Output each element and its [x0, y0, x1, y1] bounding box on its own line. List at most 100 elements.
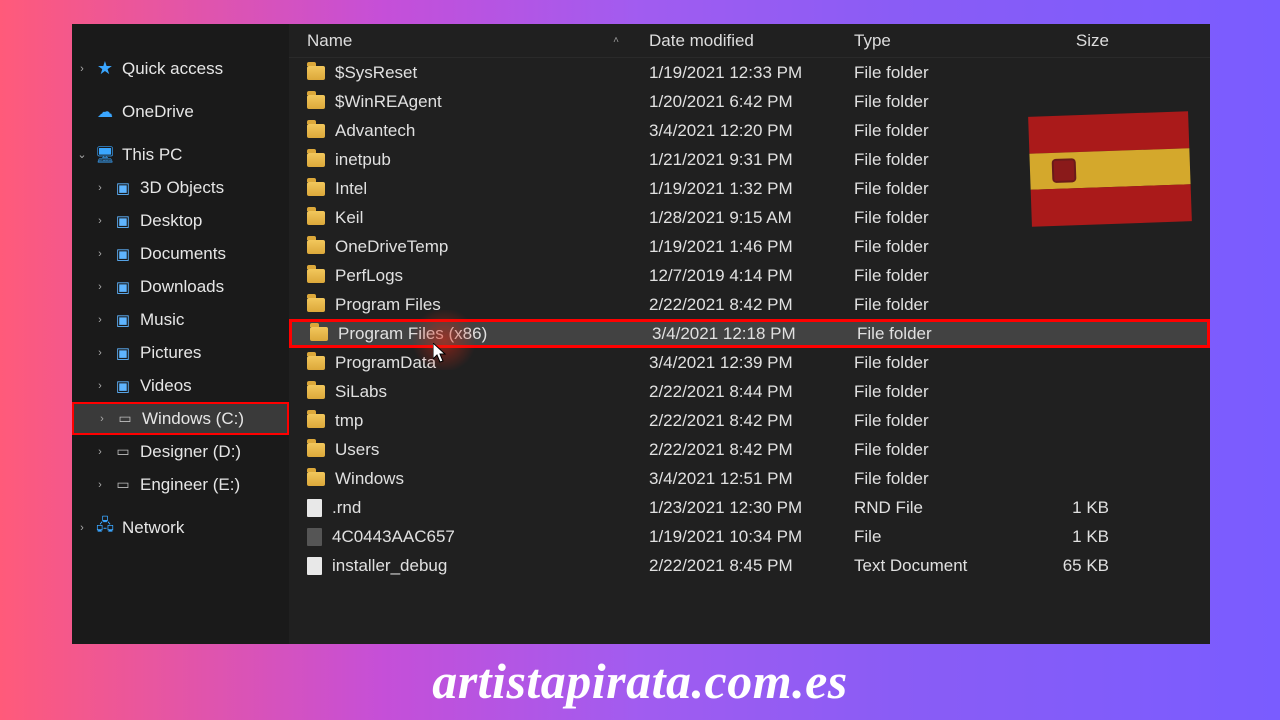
folder-icon: ▣	[112, 276, 134, 298]
folder-icon: ▣	[112, 210, 134, 232]
chevron-right-icon: ›	[76, 63, 88, 75]
sidebar-item-folder[interactable]: ›▣Music	[72, 303, 289, 336]
sidebar-label: Designer (D:)	[140, 442, 289, 462]
sidebar-item-drive[interactable]: ›▭Engineer (E:)	[72, 468, 289, 501]
folder-icon	[307, 443, 325, 457]
nav-sidebar: › ★ Quick access ☁ OneDrive ⌄ 🖥 This PC …	[72, 24, 289, 644]
file-date: 2/22/2021 8:42 PM	[649, 295, 854, 315]
sidebar-item-this-pc[interactable]: ⌄ 🖥 This PC	[72, 138, 289, 171]
file-explorer-window: › ★ Quick access ☁ OneDrive ⌄ 🖥 This PC …	[72, 24, 1210, 644]
sidebar-item-folder[interactable]: ›▣Desktop	[72, 204, 289, 237]
folder-icon: ▣	[112, 375, 134, 397]
sidebar-item-onedrive[interactable]: ☁ OneDrive	[72, 95, 289, 128]
folder-row[interactable]: Windows 3/4/2021 12:51 PM File folder	[289, 464, 1210, 493]
drive-icon: ▭	[114, 408, 136, 430]
folder-icon	[307, 356, 325, 370]
file-type: File folder	[854, 411, 1019, 431]
sidebar-label: Music	[140, 310, 289, 330]
sidebar-item-folder[interactable]: ›▣Videos	[72, 369, 289, 402]
file-date: 3/4/2021 12:39 PM	[649, 353, 854, 373]
file-type: File folder	[854, 179, 1019, 199]
file-name: 4C0443AAC657	[332, 527, 455, 547]
file-row[interactable]: 4C0443AAC657 1/19/2021 10:34 PM File 1 K…	[289, 522, 1210, 551]
folder-row[interactable]: $WinREAgent 1/20/2021 6:42 PM File folde…	[289, 87, 1210, 116]
column-label: Type	[854, 31, 891, 50]
sidebar-label: Downloads	[140, 277, 289, 297]
network-icon: 🖧	[94, 517, 116, 539]
file-date: 3/4/2021 12:18 PM	[652, 324, 857, 344]
file-date: 1/23/2021 12:30 PM	[649, 498, 854, 518]
file-icon	[307, 528, 322, 546]
file-type: File folder	[854, 208, 1019, 228]
folder-row[interactable]: tmp 2/22/2021 8:42 PM File folder	[289, 406, 1210, 435]
folder-row[interactable]: OneDriveTemp 1/19/2021 1:46 PM File fold…	[289, 232, 1210, 261]
folder-row[interactable]: Users 2/22/2021 8:42 PM File folder	[289, 435, 1210, 464]
sidebar-item-network[interactable]: › 🖧 Network	[72, 511, 289, 544]
star-icon: ★	[94, 58, 116, 80]
folder-icon	[307, 269, 325, 283]
file-name: Advantech	[335, 121, 415, 141]
file-type: Text Document	[854, 556, 1019, 576]
file-name: inetpub	[335, 150, 391, 170]
column-label: Name	[307, 31, 352, 51]
folder-icon	[310, 327, 328, 341]
file-name: Windows	[335, 469, 404, 489]
file-row[interactable]: .rnd 1/23/2021 12:30 PM RND File 1 KB	[289, 493, 1210, 522]
sidebar-label: Network	[122, 518, 289, 538]
sidebar-item-folder[interactable]: ›▣Downloads	[72, 270, 289, 303]
column-header-size[interactable]: Size	[1019, 31, 1129, 51]
folder-icon	[307, 240, 325, 254]
folder-icon	[307, 153, 325, 167]
file-name: $WinREAgent	[335, 92, 442, 112]
sort-indicator-icon: ˄	[613, 35, 619, 46]
file-type: RND File	[854, 498, 1019, 518]
folder-icon: ▣	[112, 342, 134, 364]
file-date: 2/22/2021 8:45 PM	[649, 556, 854, 576]
drive-icon: ▭	[112, 474, 134, 496]
file-type: File folder	[854, 266, 1019, 286]
column-header-type[interactable]: Type	[854, 31, 1019, 51]
chevron-down-icon: ⌄	[76, 148, 88, 161]
file-type: File folder	[857, 324, 1022, 344]
sidebar-item-folder[interactable]: ›▣3D Objects	[72, 171, 289, 204]
file-name: SiLabs	[335, 382, 387, 402]
file-type: File folder	[854, 353, 1019, 373]
sidebar-item-quick-access[interactable]: › ★ Quick access	[72, 52, 289, 85]
file-type: File folder	[854, 121, 1019, 141]
folder-icon	[307, 182, 325, 196]
folder-row[interactable]: Program Files 2/22/2021 8:42 PM File fol…	[289, 290, 1210, 319]
file-name: Keil	[335, 208, 363, 228]
sidebar-item-drive[interactable]: ›▭Designer (D:)	[72, 435, 289, 468]
file-date: 3/4/2021 12:51 PM	[649, 469, 854, 489]
file-name: PerfLogs	[335, 266, 403, 286]
column-header-date[interactable]: Date modified	[649, 31, 854, 51]
sidebar-label: Pictures	[140, 343, 289, 363]
folder-icon	[307, 124, 325, 138]
chevron-right-icon: ›	[76, 522, 88, 534]
chevron-right-icon: ›	[94, 446, 106, 458]
column-headers: Name ˄ Date modified Type Size	[289, 24, 1210, 58]
file-date: 1/19/2021 12:33 PM	[649, 63, 854, 83]
file-size: 1 KB	[1019, 527, 1129, 547]
sidebar-item-folder[interactable]: ›▣Documents	[72, 237, 289, 270]
file-row[interactable]: installer_debug 2/22/2021 8:45 PM Text D…	[289, 551, 1210, 580]
file-date: 1/19/2021 1:46 PM	[649, 237, 854, 257]
folder-row[interactable]: Program Files (x86) 3/4/2021 12:18 PM Fi…	[289, 319, 1210, 348]
folder-row[interactable]: SiLabs 2/22/2021 8:44 PM File folder	[289, 377, 1210, 406]
file-date: 3/4/2021 12:20 PM	[649, 121, 854, 141]
folder-row[interactable]: $SysReset 1/19/2021 12:33 PM File folder	[289, 58, 1210, 87]
column-label: Date modified	[649, 31, 754, 50]
sidebar-label: Engineer (E:)	[140, 475, 289, 495]
sidebar-item-drive[interactable]: ›▭Windows (C:)	[72, 402, 289, 435]
folder-row[interactable]: PerfLogs 12/7/2019 4:14 PM File folder	[289, 261, 1210, 290]
file-type: File folder	[854, 92, 1019, 112]
column-header-name[interactable]: Name ˄	[289, 31, 649, 51]
file-name: $SysReset	[335, 63, 417, 83]
file-date: 1/20/2021 6:42 PM	[649, 92, 854, 112]
sidebar-item-folder[interactable]: ›▣Pictures	[72, 336, 289, 369]
file-date: 2/22/2021 8:42 PM	[649, 440, 854, 460]
chevron-right-icon: ›	[94, 215, 106, 227]
file-type: File folder	[854, 382, 1019, 402]
folder-icon	[307, 211, 325, 225]
folder-row[interactable]: ProgramData 3/4/2021 12:39 PM File folde…	[289, 348, 1210, 377]
